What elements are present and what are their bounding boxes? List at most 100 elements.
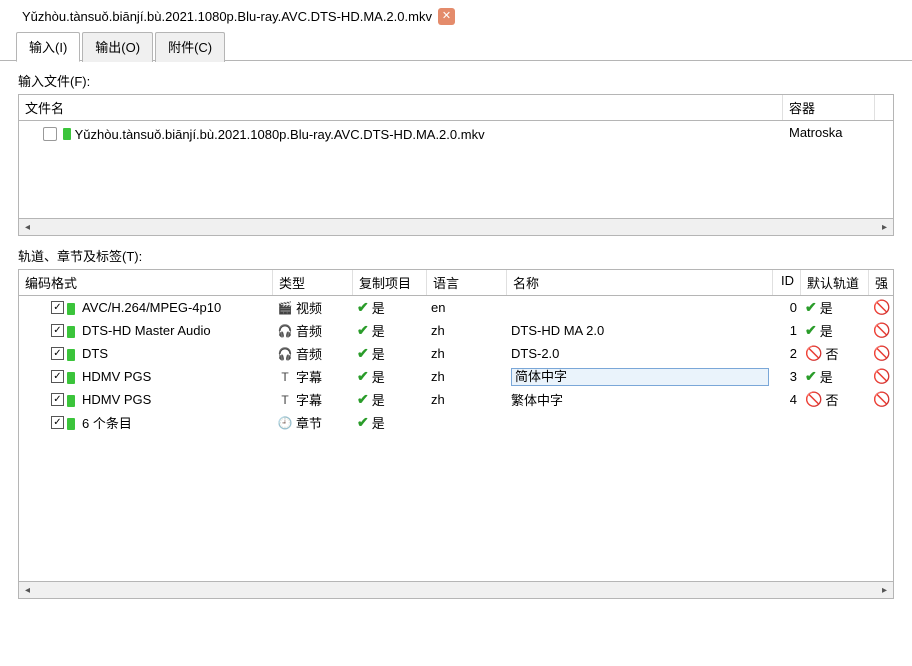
track-row[interactable]: ✓DTS-HD Master Audio🎧音频✔ 是zhDTS-HD MA 2.…: [19, 319, 893, 342]
type-cell: T字幕: [273, 389, 353, 410]
track-table-body[interactable]: ✓AVC/H.264/MPEG-4p10🎬视频✔ 是en0✔ 是🚫✓DTS-HD…: [18, 296, 894, 582]
name-cell: [507, 307, 773, 309]
track-row[interactable]: ✓AVC/H.264/MPEG-4p10🎬视频✔ 是en0✔ 是🚫: [19, 296, 893, 319]
status-dot-icon: [67, 418, 75, 430]
close-icon[interactable]: ✕: [438, 8, 455, 25]
th-format[interactable]: 编码格式: [19, 270, 273, 295]
th-type[interactable]: 类型: [273, 270, 353, 295]
file-row[interactable]: Yǔzhòu.tànsuǒ.biānjí.bù.2021.1080p.Blu-r…: [19, 121, 893, 146]
forbidden-icon: 🚫: [873, 368, 890, 385]
main-tabs: 输入(I) 输出(O) 附件(C): [0, 31, 912, 61]
id-cell: 2: [773, 345, 801, 362]
th-name[interactable]: 名称: [507, 270, 773, 295]
forbidden-icon: 🚫: [873, 299, 890, 316]
copy-cell: ✔ 是: [353, 366, 427, 387]
format-cell: ✓ HDMV PGS: [19, 368, 273, 385]
check-icon: ✔: [357, 345, 369, 362]
file-name-cell: Yǔzhòu.tànsuǒ.biānjí.bù.2021.1080p.Blu-r…: [19, 123, 783, 144]
file-icon: [43, 127, 57, 141]
horizontal-scrollbar[interactable]: ◂ ▸: [18, 219, 894, 236]
track-row[interactable]: ✓HDMV PGST字幕✔ 是zh繁体中字4🚫 否🚫: [19, 388, 893, 411]
check-icon: ✔: [357, 299, 369, 316]
track-name-input[interactable]: [511, 368, 769, 386]
type-cell: 🎧音频: [273, 343, 353, 364]
forced-cell: 🚫: [869, 390, 893, 409]
language-cell: zh: [427, 368, 507, 385]
audio-icon: 🎧: [277, 324, 293, 338]
track-name-text: DTS-HD MA 2.0: [511, 323, 604, 338]
scroll-track[interactable]: [36, 583, 876, 598]
name-cell: DTS-2.0: [507, 345, 773, 362]
track-checkbox[interactable]: ✓: [51, 347, 64, 360]
tracks-table: 编码格式 类型 复制项目 语言 名称 ID 默认轨道 强 ✓AVC/H.264/…: [18, 269, 894, 599]
status-dot-icon: [67, 395, 75, 407]
type-cell: 🎧音频: [273, 320, 353, 341]
format-cell: ✓ HDMV PGS: [19, 391, 273, 408]
copy-cell: ✔ 是: [353, 297, 427, 318]
format-text: HDMV PGS: [82, 392, 151, 407]
forbidden-icon: 🚫: [873, 391, 890, 408]
th-id[interactable]: ID: [773, 270, 801, 295]
scroll-track[interactable]: [36, 220, 876, 235]
input-files-table: 文件名 容器 Yǔzhòu.tànsuǒ.biānjí.bù.2021.1080…: [18, 94, 894, 236]
file-name-text: Yǔzhòu.tànsuǒ.biānjí.bù.2021.1080p.Blu-r…: [75, 127, 485, 142]
scroll-left-icon[interactable]: ◂: [19, 220, 36, 235]
file-tab-label: Yǔzhòu.tànsuǒ.biānjí.bù.2021.1080p.Blu-r…: [22, 9, 432, 24]
id-cell: 1: [773, 322, 801, 339]
language-cell: zh: [427, 345, 507, 362]
video-icon: 🎬: [277, 301, 293, 315]
track-checkbox[interactable]: ✓: [51, 416, 64, 429]
horizontal-scrollbar[interactable]: ◂ ▸: [18, 582, 894, 599]
id-cell: 0: [773, 299, 801, 316]
copy-cell: ✔ 是: [353, 343, 427, 364]
th-language[interactable]: 语言: [427, 270, 507, 295]
format-text: HDMV PGS: [82, 369, 151, 384]
th-copy[interactable]: 复制项目: [353, 270, 427, 295]
forbidden-icon: 🚫: [873, 322, 890, 339]
default-cell: [801, 422, 869, 424]
track-checkbox[interactable]: ✓: [51, 370, 64, 383]
track-checkbox[interactable]: ✓: [51, 301, 64, 314]
tracks-label: 轨道、章节及标签(T):: [0, 236, 912, 269]
th-filename[interactable]: 文件名: [19, 95, 783, 120]
scroll-right-icon[interactable]: ▸: [876, 583, 893, 598]
file-table-body[interactable]: Yǔzhòu.tànsuǒ.biānjí.bù.2021.1080p.Blu-r…: [18, 121, 894, 219]
default-cell: ✔ 是: [801, 366, 869, 387]
copy-cell: ✔ 是: [353, 320, 427, 341]
th-forced[interactable]: 强: [869, 270, 893, 295]
format-text: DTS: [82, 346, 108, 361]
th-default[interactable]: 默认轨道: [801, 270, 869, 295]
type-cell: 🎬视频: [273, 297, 353, 318]
format-cell: ✓6 个条目: [19, 412, 273, 433]
th-rest[interactable]: [875, 95, 893, 120]
status-dot-icon: [63, 128, 71, 140]
scroll-left-icon[interactable]: ◂: [19, 583, 36, 598]
file-tab-bar: Yǔzhòu.tànsuǒ.biānjí.bù.2021.1080p.Blu-r…: [0, 0, 912, 31]
input-files-label: 输入文件(F):: [0, 61, 912, 94]
id-cell: [773, 422, 801, 424]
id-cell: 3: [773, 368, 801, 385]
tab-attachments[interactable]: 附件(C): [155, 32, 225, 62]
file-tab[interactable]: Yǔzhòu.tànsuǒ.biānjí.bù.2021.1080p.Blu-r…: [18, 6, 459, 27]
subtitle-icon: T: [277, 393, 293, 407]
check-icon: ✔: [357, 391, 369, 408]
scroll-right-icon[interactable]: ▸: [876, 220, 893, 235]
track-row[interactable]: ✓HDMV PGST字幕✔ 是zh3✔ 是🚫: [19, 365, 893, 388]
copy-cell: ✔ 是: [353, 389, 427, 410]
default-cell: 🚫 否: [801, 343, 869, 364]
tab-input[interactable]: 输入(I): [16, 32, 80, 62]
name-cell: [507, 367, 773, 387]
track-row[interactable]: ✓6 个条目🕘章节✔ 是: [19, 411, 893, 434]
default-cell: ✔ 是: [801, 320, 869, 341]
forced-cell: 🚫: [869, 367, 893, 386]
track-name-text: DTS-2.0: [511, 346, 559, 361]
language-cell: zh: [427, 322, 507, 339]
copy-cell: ✔ 是: [353, 412, 427, 433]
track-checkbox[interactable]: ✓: [51, 324, 64, 337]
track-row[interactable]: ✓DTS🎧音频✔ 是zhDTS-2.02🚫 否🚫: [19, 342, 893, 365]
track-checkbox[interactable]: ✓: [51, 393, 64, 406]
th-container[interactable]: 容器: [783, 95, 875, 120]
tab-output[interactable]: 输出(O): [82, 32, 153, 62]
check-icon: ✔: [357, 322, 369, 339]
track-name-text: 繁体中字: [511, 390, 563, 409]
